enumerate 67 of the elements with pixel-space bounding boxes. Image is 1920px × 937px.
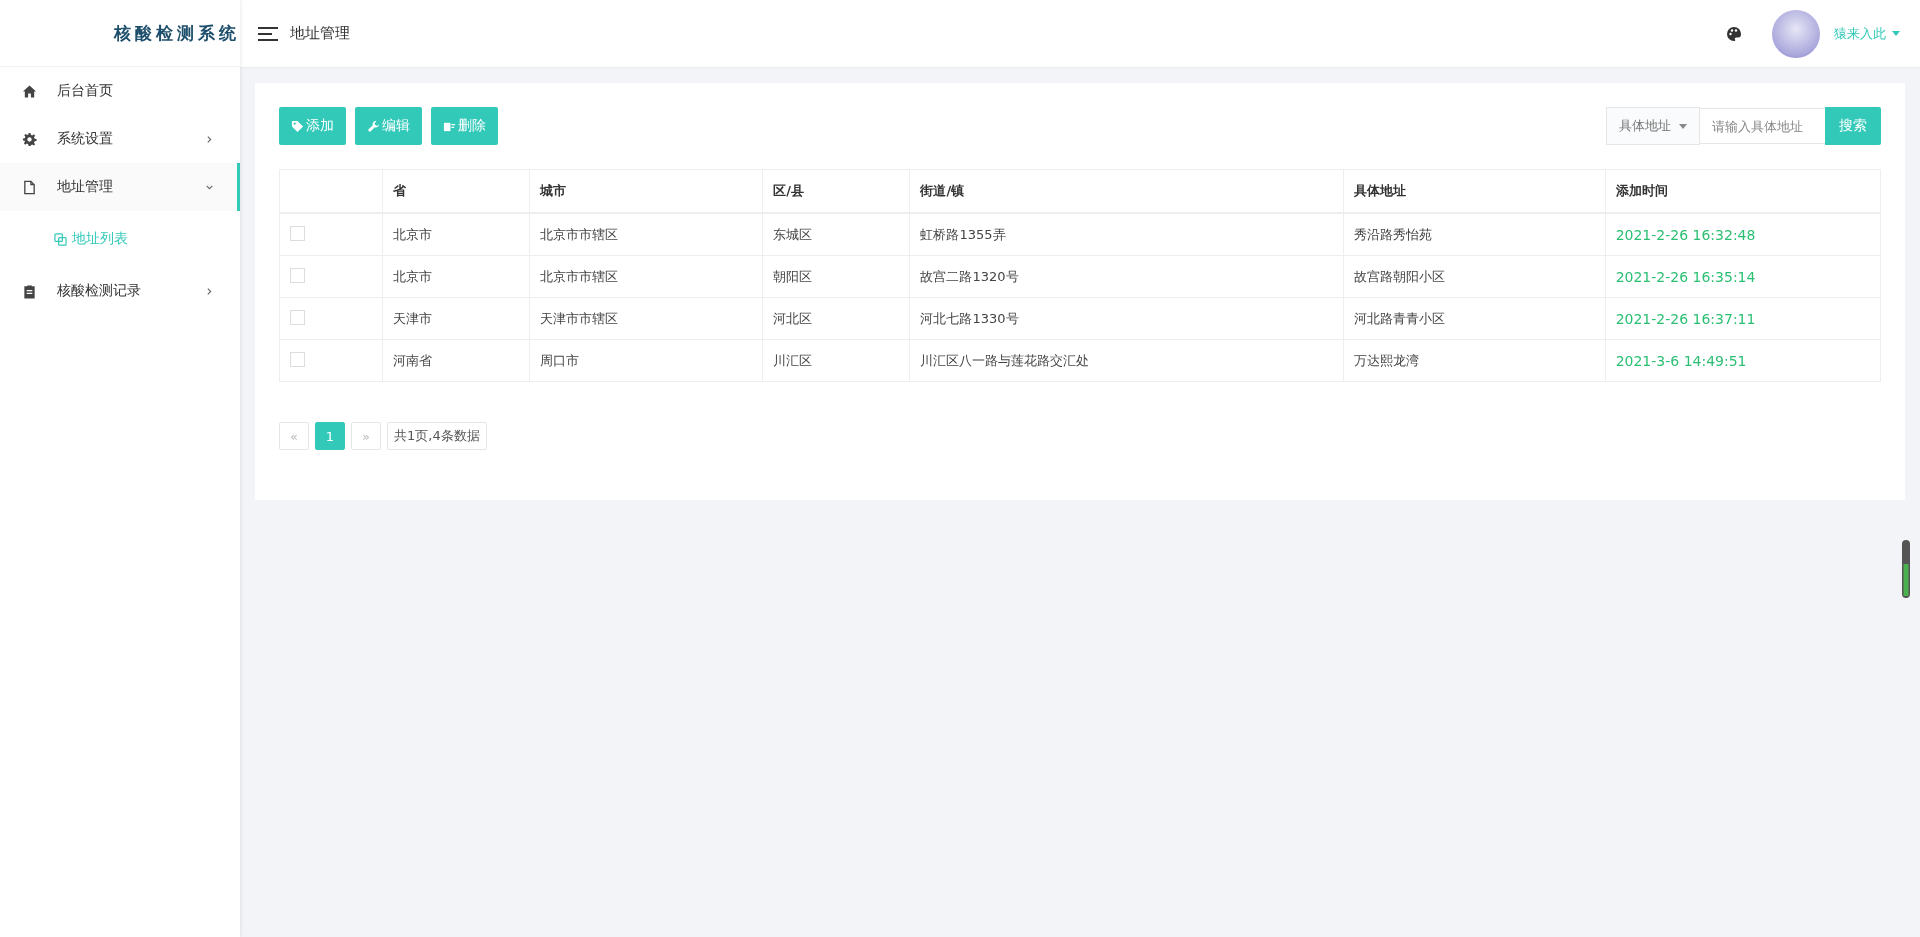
clipboard-icon xyxy=(22,283,37,299)
table-cell: 河北七路1330号 xyxy=(920,310,1019,326)
chevron-right-icon xyxy=(205,286,214,296)
row-checkbox[interactable] xyxy=(290,225,305,241)
column-header: 街道/镇 xyxy=(920,183,965,198)
logo-text: 核酸检测系统 xyxy=(114,21,240,45)
caret-icon xyxy=(1679,123,1687,129)
caret-icon xyxy=(1892,31,1900,36)
table-cell: 2021-2-26 16:35:14 xyxy=(1615,268,1756,285)
document-icon xyxy=(22,179,37,195)
meter-widget-icon xyxy=(1902,540,1910,598)
menu-icon[interactable] xyxy=(258,26,278,41)
column-header: 省 xyxy=(392,183,406,198)
table-cell: 故宫路朝阳小区 xyxy=(1354,268,1445,284)
chevron-right-icon xyxy=(205,134,214,144)
sidebar-subitem[interactable]: 地址列表 xyxy=(0,211,240,267)
table-cell: 朝阳区 xyxy=(773,268,813,284)
column-header: 具体地址 xyxy=(1354,183,1406,198)
table-cell: 川汇区八一路与莲花路交汇处 xyxy=(920,352,1090,368)
pagination-summary: 共1页,4条数据 xyxy=(387,422,487,450)
table-cell: 故宫二路1320号 xyxy=(920,268,1019,284)
table-cell: 2021-2-26 16:37:11 xyxy=(1615,310,1756,327)
user-menu[interactable]: 猿来入此 xyxy=(1834,24,1900,43)
page-number-button[interactable]: 1 xyxy=(315,422,345,450)
column-header: 添加时间 xyxy=(1615,183,1668,198)
home-icon xyxy=(22,83,37,99)
table-cell: 秀沿路秀怡苑 xyxy=(1354,226,1432,242)
copy-icon xyxy=(54,232,67,246)
table-cell: 北京市 xyxy=(392,268,432,284)
column-header: 区/县 xyxy=(773,183,804,198)
table-cell: 河南省 xyxy=(392,352,432,368)
column-header: 城市 xyxy=(540,183,567,198)
wrench-icon xyxy=(367,119,380,133)
toolbar-button[interactable]: 添加 xyxy=(279,107,346,145)
sidebar-item[interactable]: 地址管理 xyxy=(0,163,240,211)
avatar[interactable] xyxy=(1772,9,1820,58)
search-type-dropdown[interactable]: 具体地址 xyxy=(1606,107,1700,145)
page-title: 地址管理 xyxy=(290,24,350,43)
table-cell: 虹桥路1355弄 xyxy=(920,226,1006,242)
table-cell: 河北路青青小区 xyxy=(1354,310,1445,326)
table-cell: 天津市市辖区 xyxy=(540,310,619,326)
toolbar-button[interactable]: 编辑 xyxy=(355,107,422,145)
table-cell: 万达熙龙湾 xyxy=(1354,352,1419,368)
row-checkbox[interactable] xyxy=(290,267,305,283)
previous-page-button[interactable]: « xyxy=(279,422,309,450)
search-button[interactable]: 搜索 xyxy=(1825,107,1881,145)
gear-icon xyxy=(22,131,37,147)
table-cell: 河北区 xyxy=(773,310,813,326)
toolbar-button[interactable]: 删除 xyxy=(431,107,498,145)
sidebar-item[interactable]: 后台首页 xyxy=(0,67,240,115)
table-cell: 北京市市辖区 xyxy=(540,268,619,284)
table-cell: 北京市 xyxy=(392,226,432,242)
tag-icon xyxy=(291,119,304,133)
next-page-button[interactable]: » xyxy=(351,422,381,450)
palette-icon[interactable] xyxy=(1726,25,1742,42)
table-cell: 川汇区 xyxy=(773,352,813,368)
sidebar-item[interactable]: 系统设置 xyxy=(0,115,240,163)
table-cell: 2021-3-6 14:49:51 xyxy=(1615,352,1747,369)
row-checkbox[interactable] xyxy=(290,351,305,367)
table-cell: 2021-2-26 16:32:48 xyxy=(1615,226,1756,243)
table-cell: 东城区 xyxy=(773,226,813,242)
sidebar-item[interactable]: 核酸检测记录 xyxy=(0,267,240,315)
table-cell: 北京市市辖区 xyxy=(540,226,619,242)
row-checkbox[interactable] xyxy=(290,309,305,325)
table-cell: 周口市 xyxy=(540,352,580,368)
search-input[interactable]: 请输入具体地址 xyxy=(1700,108,1825,144)
table-cell: 天津市 xyxy=(392,310,432,326)
